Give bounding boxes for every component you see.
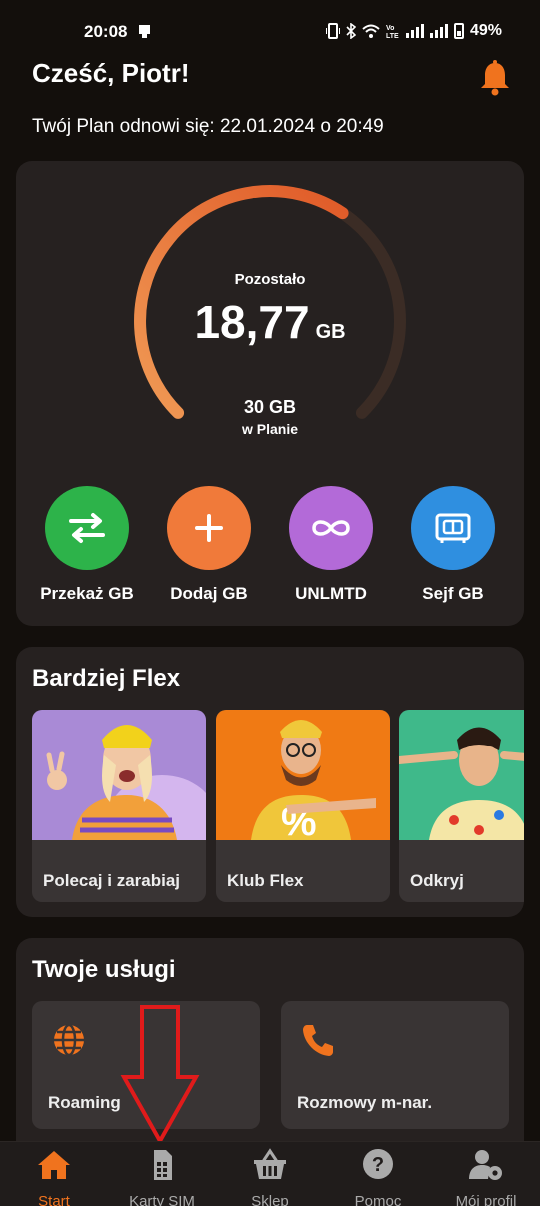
promo-title: Klub Flex xyxy=(227,871,304,890)
volte-icon: VoLTE xyxy=(386,25,399,39)
nav-start[interactable]: Start xyxy=(0,1148,108,1206)
action-label: Dodaj GB xyxy=(170,584,248,603)
action-label: Przekaż GB xyxy=(40,584,134,603)
signal-icon xyxy=(405,24,424,38)
status-icons: Vo LTE 49% xyxy=(325,22,502,40)
promo-card-klub[interactable]: % Klub Flex xyxy=(216,710,390,902)
flex-card: Bardziej Flex Polecaj i zarabiaj % Klub … xyxy=(16,647,524,917)
promo-image xyxy=(399,710,524,840)
battery-icon xyxy=(453,23,464,39)
transfer-arrows-icon xyxy=(69,513,105,543)
nav-label: Pomoc xyxy=(354,1193,402,1206)
svg-text:?: ? xyxy=(372,1154,384,1176)
promo-illustration xyxy=(46,725,206,840)
total-caption: w Planie xyxy=(241,421,299,437)
promo-card-discover[interactable]: Odkryj xyxy=(399,710,524,902)
promo-title: Odkryj xyxy=(410,871,464,890)
safe-circle[interactable] xyxy=(411,486,495,570)
remaining-value: 18,77 xyxy=(194,296,310,348)
globe-icon xyxy=(54,1023,84,1057)
home-icon xyxy=(38,1151,70,1179)
profile-settings-icon xyxy=(469,1150,502,1180)
bottom-navigation: Start Karty SIM Sklep ? Pomoc Mój profil xyxy=(0,1141,540,1206)
nav-label: Start xyxy=(38,1193,70,1206)
nav-help[interactable]: ? Pomoc xyxy=(324,1148,432,1206)
nav-label: Sklep xyxy=(251,1193,289,1206)
remaining-data: 18,77 GB xyxy=(16,295,524,349)
add-circle[interactable] xyxy=(167,486,251,570)
action-label: Sejf GB xyxy=(422,584,484,603)
service-title: Rozmowy m-nar. xyxy=(297,1093,433,1112)
unlmtd-circle[interactable] xyxy=(289,486,373,570)
promo-illustration xyxy=(399,727,524,840)
service-international-calls[interactable]: Rozmowy m-nar. xyxy=(281,1001,509,1129)
promo-image: % xyxy=(216,710,390,840)
nav-sim-cards[interactable]: Karty SIM xyxy=(108,1148,216,1206)
sim-card-icon xyxy=(154,1150,172,1180)
remaining-label: Pozostało xyxy=(234,271,306,288)
service-title: Roaming xyxy=(48,1093,121,1112)
svg-text:LTE: LTE xyxy=(386,33,399,39)
bell-icon[interactable] xyxy=(478,60,512,96)
plus-icon xyxy=(195,514,223,542)
plan-renewal-text: Twój Plan odnowi się: 22.01.2024 o 20:49 xyxy=(32,116,384,137)
vibrate-icon xyxy=(325,23,340,39)
svg-text:Vo: Vo xyxy=(386,25,394,32)
promo-card-referral[interactable]: Polecaj i zarabiaj xyxy=(32,710,206,902)
status-time: 20:08 xyxy=(84,22,128,41)
greeting: Cześć, Piotr! xyxy=(32,58,190,88)
wifi-icon xyxy=(362,24,380,38)
unlmtd-button[interactable]: UNLMTD xyxy=(270,486,392,604)
safe-gb-button[interactable]: Sejf GB xyxy=(392,486,514,604)
services-title: Twoje usługi xyxy=(32,956,176,983)
basket-icon xyxy=(254,1148,286,1179)
transfer-gb-button[interactable]: Przekaż GB xyxy=(26,486,148,604)
nav-shop[interactable]: Sklep xyxy=(216,1148,324,1206)
promo-image xyxy=(32,710,206,840)
promo-illustration: % xyxy=(251,720,376,840)
remaining-unit: GB xyxy=(315,321,346,343)
infinity-icon xyxy=(312,520,350,536)
transfer-circle[interactable] xyxy=(45,486,129,570)
phone-icon xyxy=(303,1025,333,1056)
safe-icon xyxy=(435,513,471,543)
annotation-arrow xyxy=(120,1005,200,1145)
services-card: Twoje usługi Roaming Rozmowy m-nar. xyxy=(16,938,524,1158)
nav-profile[interactable]: Mój profil xyxy=(432,1148,540,1206)
signal-icon xyxy=(429,24,448,38)
nav-label: Karty SIM xyxy=(129,1193,195,1206)
add-gb-button[interactable]: Dodaj GB xyxy=(148,486,270,604)
total-value: 30 GB xyxy=(243,397,297,417)
plan-card: Pozostało 18,77 GB 30 GB w Planie Przekaż… xyxy=(16,161,524,626)
battery-percent: 49% xyxy=(469,22,502,39)
status-bar: 20:08 Vo LTE 49% xyxy=(0,0,540,62)
bluetooth-icon xyxy=(346,23,356,39)
nav-label: Mój profil xyxy=(455,1193,517,1206)
help-icon: ? xyxy=(363,1149,393,1179)
flex-title: Bardziej Flex xyxy=(32,665,181,692)
promo-title: Polecaj i zarabiaj xyxy=(43,871,181,890)
action-label: UNLMTD xyxy=(295,584,367,603)
notification-icon xyxy=(139,25,150,38)
